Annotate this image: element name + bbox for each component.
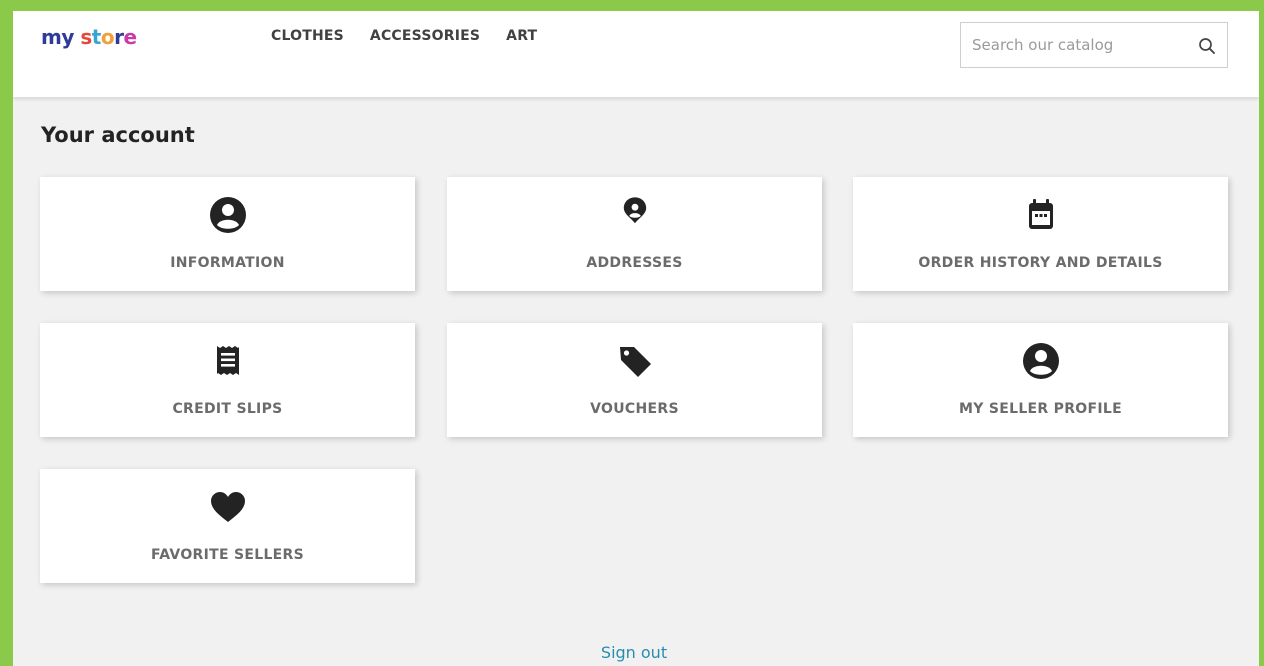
- heart-icon: [210, 492, 245, 522]
- card-label: ADDRESSES: [586, 255, 683, 271]
- card-my-seller-profile[interactable]: MY SELLER PROFILE: [853, 323, 1228, 437]
- card-label: ORDER HISTORY AND DETAILS: [918, 255, 1163, 271]
- logo-letter: m: [41, 25, 62, 49]
- card-label: CREDIT SLIPS: [172, 401, 283, 417]
- search-icon[interactable]: [1197, 36, 1217, 56]
- card-vouchers[interactable]: VOUCHERS: [447, 323, 822, 437]
- nav-clothes[interactable]: CLOTHES: [271, 28, 344, 44]
- card-information[interactable]: INFORMATION: [40, 177, 415, 291]
- page-frame: my store CLOTHES ACCESSORIES ART Your ac…: [13, 11, 1259, 666]
- logo-letter: e: [123, 25, 137, 49]
- nav-accessories[interactable]: ACCESSORIES: [370, 28, 480, 44]
- page-title: Your account: [41, 123, 195, 147]
- card-label: FAVORITE SELLERS: [150, 547, 305, 563]
- sign-out-link[interactable]: Sign out: [13, 643, 1255, 662]
- card-order-history[interactable]: ORDER HISTORY AND DETAILS: [853, 177, 1228, 291]
- nav-art[interactable]: ART: [506, 28, 537, 44]
- location-pin-icon: [623, 197, 646, 224]
- logo-letter: s: [80, 25, 92, 49]
- card-label: MY SELLER PROFILE: [959, 401, 1122, 417]
- receipt-icon: [216, 346, 239, 375]
- search-box: [960, 22, 1228, 68]
- card-favorite-sellers[interactable]: FAVORITE SELLERS: [40, 469, 415, 583]
- search-input[interactable]: [961, 23, 1181, 67]
- tag-icon: [619, 347, 651, 377]
- card-credit-slips[interactable]: CREDIT SLIPS: [40, 323, 415, 437]
- logo-letter: y: [61, 25, 74, 49]
- account-circle-icon: [209, 197, 246, 233]
- site-header: my store CLOTHES ACCESSORIES ART: [13, 11, 1259, 97]
- account-circle-icon: [1022, 343, 1059, 379]
- calendar-icon: [1028, 199, 1053, 229]
- card-label: INFORMATION: [170, 255, 285, 271]
- logo-letter: r: [114, 25, 124, 49]
- card-label: VOUCHERS: [590, 401, 679, 417]
- store-logo[interactable]: my store: [41, 25, 137, 49]
- card-addresses[interactable]: ADDRESSES: [447, 177, 822, 291]
- logo-letter: o: [100, 25, 115, 49]
- logo-letter: t: [91, 25, 102, 49]
- main-nav: CLOTHES ACCESSORIES ART: [271, 28, 537, 44]
